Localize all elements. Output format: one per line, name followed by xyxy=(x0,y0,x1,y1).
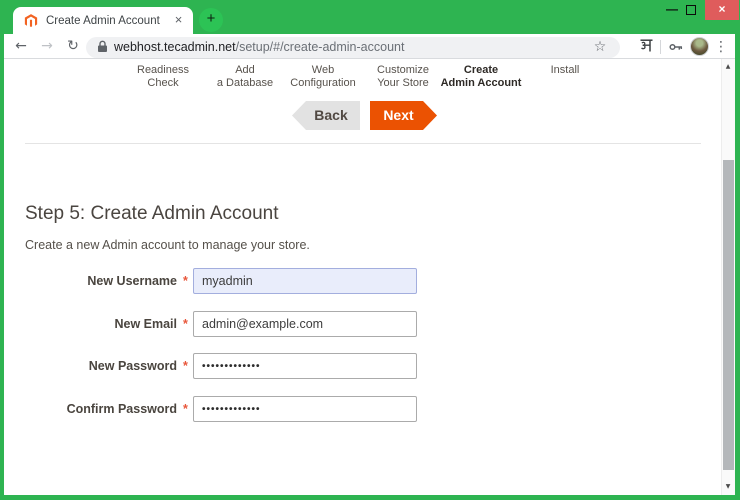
url-text[interactable]: webhost.tecadmin.net/setup/#/create-admi… xyxy=(114,37,404,58)
new-tab-button[interactable]: + xyxy=(199,8,223,32)
required-asterisk: * xyxy=(183,359,188,373)
confirm-password-label: Confirm Password xyxy=(66,402,177,416)
email-input[interactable] xyxy=(193,311,417,337)
window-close-button[interactable]: × xyxy=(705,0,739,20)
back-icon[interactable]: ← xyxy=(12,37,30,55)
toolbar-separator xyxy=(660,40,661,54)
confirm-password-input[interactable] xyxy=(193,396,417,422)
back-button[interactable]: Back xyxy=(292,101,360,130)
url-path: /setup/#/create-admin-account xyxy=(235,40,405,54)
password-label: New Password xyxy=(88,359,177,373)
password-key-icon[interactable] xyxy=(668,40,684,54)
browser-window: Create Admin Account × + — × ← → ↻ webho… xyxy=(0,0,740,500)
form-row-username: New Username * xyxy=(25,268,425,295)
tab-strip: Create Admin Account × + — × xyxy=(0,0,740,34)
form-row-email: New Email * xyxy=(25,311,425,338)
magento-favicon-icon xyxy=(23,13,39,29)
required-asterisk: * xyxy=(183,274,188,288)
tab-close-icon[interactable]: × xyxy=(170,12,187,29)
email-label: New Email xyxy=(114,317,177,331)
https-lock-icon xyxy=(97,40,108,58)
username-input[interactable] xyxy=(193,268,417,294)
toolbar-divider xyxy=(4,58,735,59)
page-title: Step 5: Create Admin Account xyxy=(25,203,279,224)
browser-tab[interactable]: Create Admin Account × xyxy=(13,7,193,34)
window-frame xyxy=(0,495,740,500)
username-label: New Username xyxy=(87,274,177,288)
window-minimize-button[interactable]: — xyxy=(663,1,681,19)
required-asterisk: * xyxy=(183,317,188,331)
scroll-down-icon[interactable]: ▼ xyxy=(721,481,735,493)
required-asterisk: * xyxy=(183,402,188,416)
bookmark-star-icon[interactable]: ☆ xyxy=(591,37,609,58)
next-button[interactable]: Next xyxy=(370,101,437,130)
scrollbar-thumb[interactable] xyxy=(723,160,734,470)
browser-menu-icon[interactable]: ⋮ xyxy=(714,36,728,58)
window-maximize-button[interactable] xyxy=(686,5,696,15)
window-frame xyxy=(735,34,740,500)
form-row-confirm-password: Confirm Password * xyxy=(25,396,425,423)
tab-title: Create Admin Account xyxy=(46,15,160,27)
page-subtitle: Create a new Admin account to manage you… xyxy=(25,238,310,252)
stepper-step-install: Install xyxy=(550,64,580,76)
scroll-up-icon[interactable]: ▲ xyxy=(721,61,735,73)
reload-icon[interactable]: ↻ xyxy=(64,37,82,55)
section-divider xyxy=(25,143,701,144)
url-domain: webhost.tecadmin.net xyxy=(114,40,236,54)
window-frame xyxy=(0,34,4,500)
forward-icon[interactable]: → xyxy=(38,37,56,55)
translate-extension-icon[interactable] xyxy=(639,38,655,54)
form-row-password: New Password * xyxy=(25,353,425,380)
profile-avatar[interactable] xyxy=(690,37,709,56)
password-input[interactable] xyxy=(193,353,417,379)
